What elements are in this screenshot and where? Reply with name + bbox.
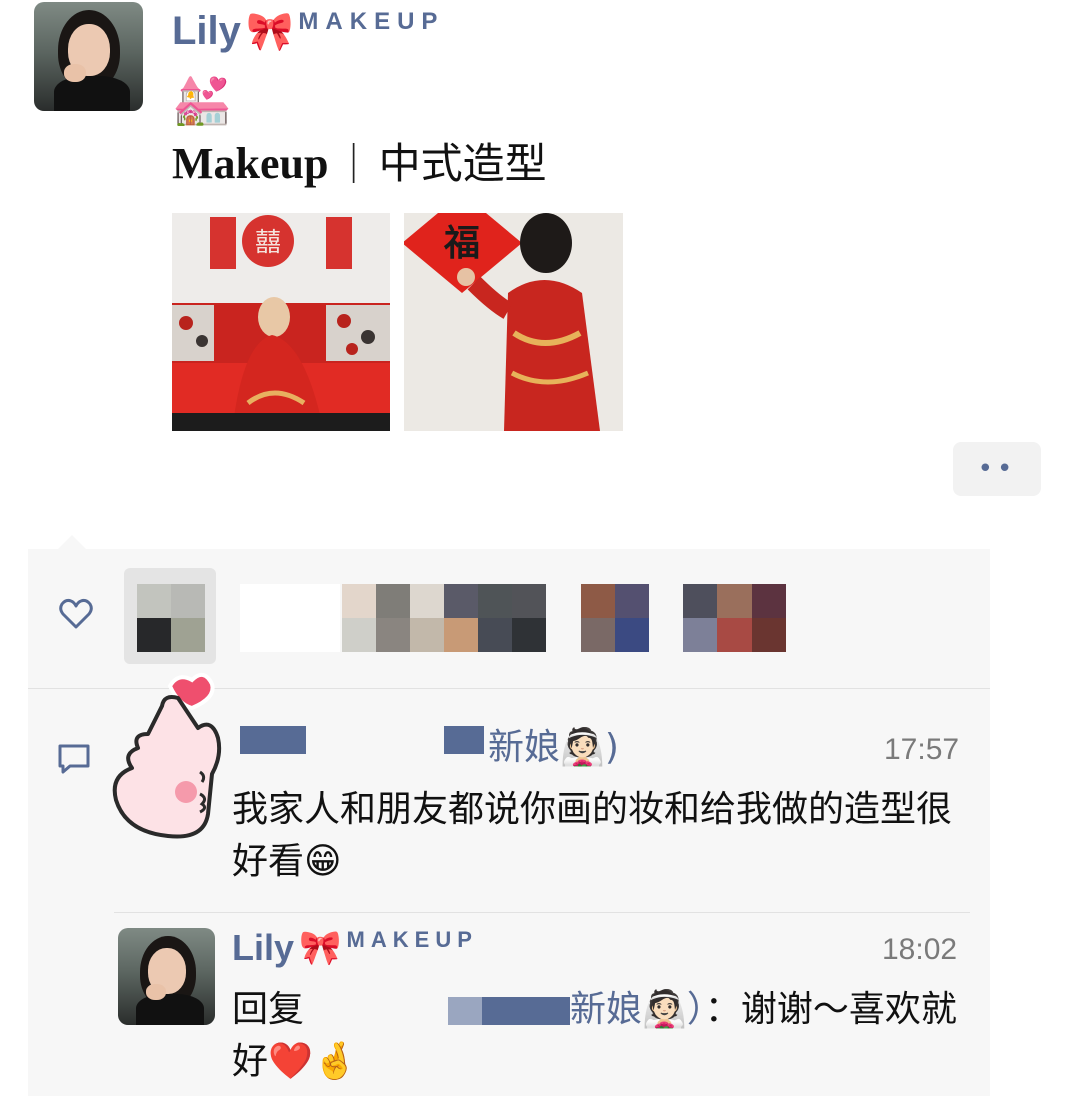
commenter-name-suffix-1: 新娘👰🏻) — [488, 727, 619, 768]
reply-author-name-row[interactable]: Lily 🎀 MAKEUP — [232, 924, 478, 976]
reply-target-redacted[interactable] — [304, 991, 571, 1031]
reply-text: 回复 新娘👰🏻）：谢谢～喜欢就好❤️🤞 — [232, 984, 962, 1088]
post-title-zh: 中式造型 — [378, 139, 547, 188]
fu-character: 福 — [443, 223, 480, 264]
post-title: Makeup ｜ 中式造型 — [172, 136, 547, 192]
reply-bow-icon: 🎀 — [299, 928, 342, 968]
liker-avatar-1[interactable] — [124, 568, 216, 664]
double-happiness-text: 囍 — [255, 228, 281, 258]
author-name-row[interactable]: Lily 🎀 MAKEUP — [172, 2, 444, 62]
reply-author-brand: MAKEUP — [346, 927, 478, 952]
author-avatar[interactable] — [34, 2, 143, 111]
comment-bubble-icon — [56, 742, 92, 776]
reply-prefix: 回复 — [232, 989, 305, 1030]
post-title-en: Makeup — [172, 139, 329, 188]
author-brand: MAKEUP — [298, 8, 445, 35]
redacted-name-block-1 — [240, 726, 306, 754]
redacted-name-block-2 — [444, 726, 484, 754]
liker-avatar-mosaic-4[interactable] — [683, 584, 786, 652]
panel-pointer — [58, 535, 86, 549]
finger-heart-sticker-icon — [108, 664, 234, 840]
reply-author-avatar[interactable] — [118, 928, 215, 1025]
more-actions-button[interactable]: •• — [953, 442, 1041, 496]
post-photo-2[interactable]: 福 — [404, 213, 623, 431]
comment-divider — [114, 912, 970, 913]
commenter-name-1[interactable]: 新娘👰🏻) — [236, 724, 656, 778]
comment-time-1: 17:57 — [884, 733, 960, 766]
liker-avatar-mosaic-3[interactable] — [581, 584, 649, 652]
church-icon: 💒 — [172, 72, 232, 128]
author-name[interactable]: Lily — [172, 9, 241, 53]
post-title-separator: ｜ — [333, 142, 374, 188]
reply-author-name[interactable]: Lily — [232, 927, 294, 968]
reply-target-suffix[interactable]: 新娘👰🏻） — [570, 989, 705, 1030]
heart-outline-icon — [58, 596, 94, 632]
comment-time-2: 18:02 — [882, 933, 958, 966]
bow-icon: 🎀 — [246, 9, 294, 53]
liker-avatars-mosaic — [240, 584, 546, 652]
bride-sofa-image: 囍 — [172, 213, 390, 431]
post-photo-1[interactable]: 囍 — [172, 213, 390, 431]
comment-text-1: 我家人和朋友都说你画的妆和给我做的造型很好看😁 — [232, 789, 953, 882]
more-dots: •• — [977, 454, 1017, 484]
bride-fu-image: 福 — [404, 213, 623, 431]
